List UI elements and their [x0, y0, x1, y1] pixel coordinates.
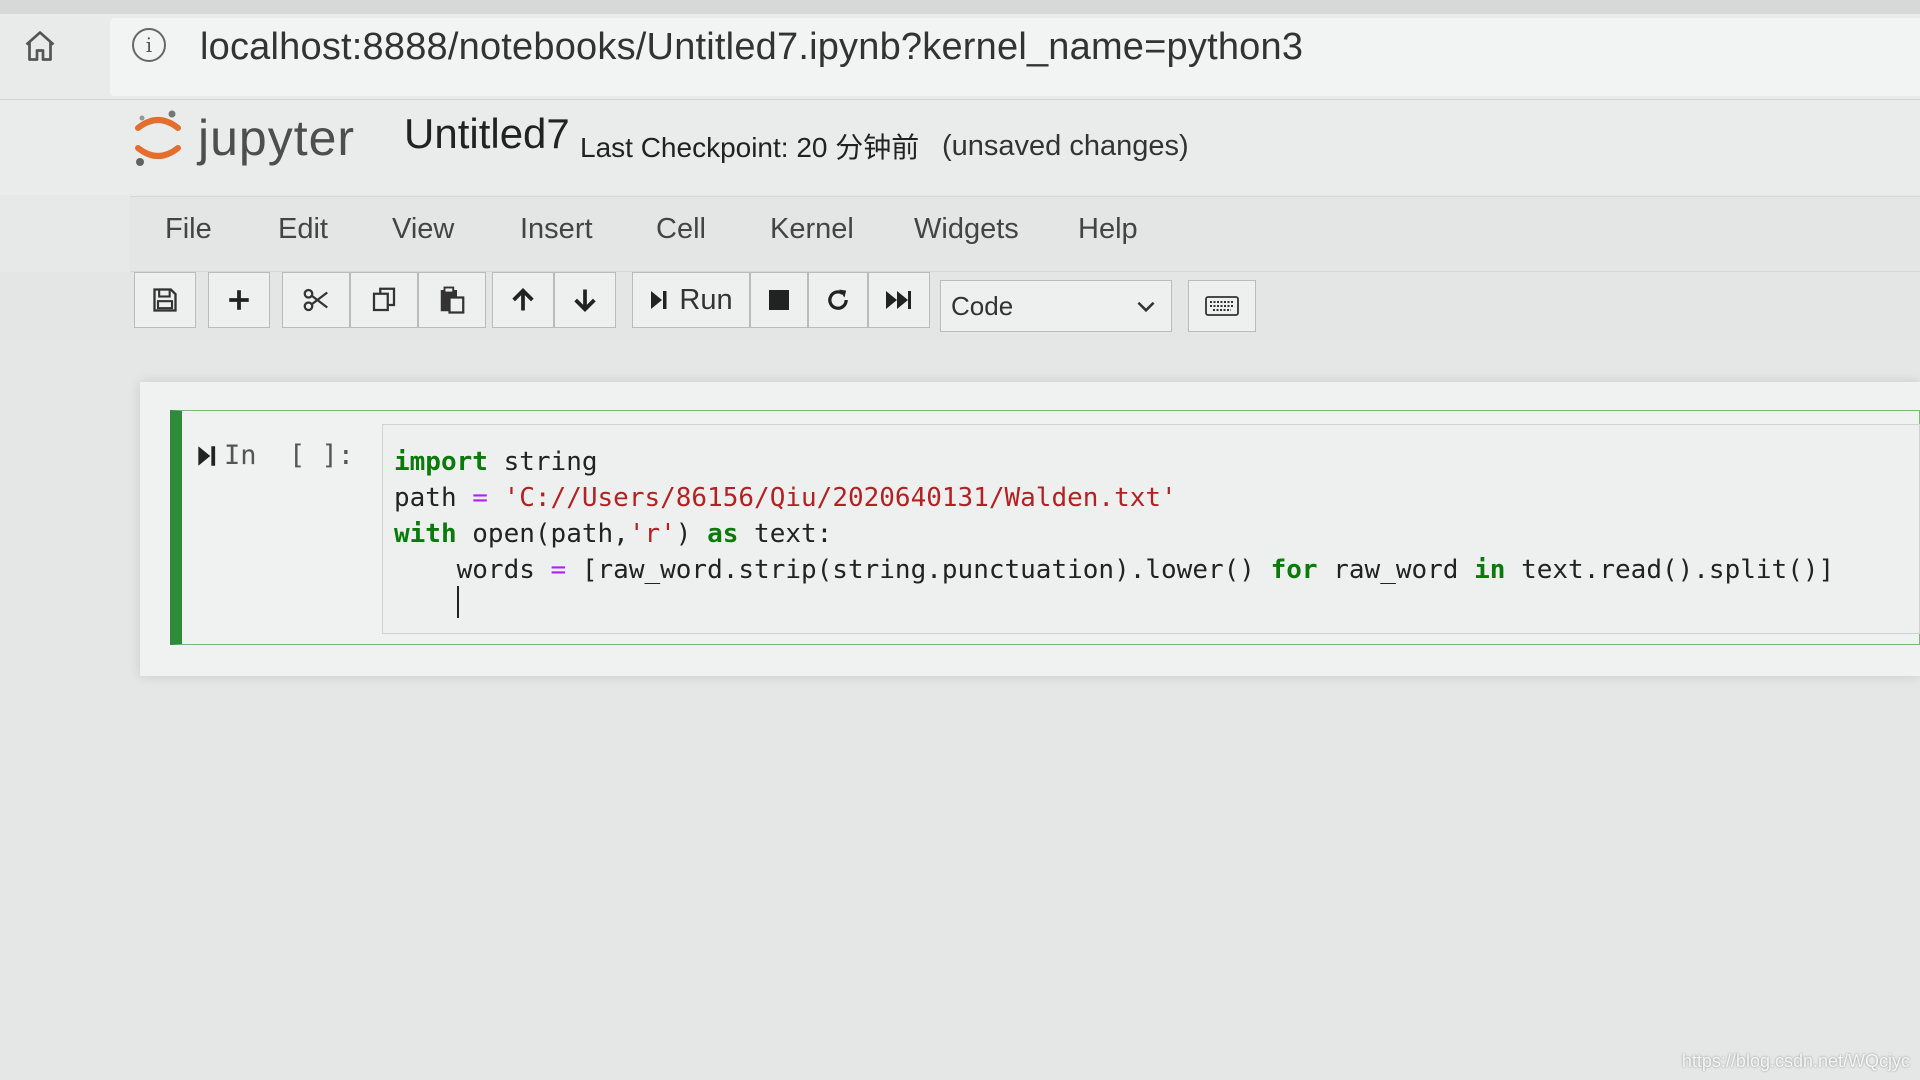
watermark: https://blog.csdn.net/WQcjyc	[1681, 1051, 1910, 1071]
chevron-down-icon	[1137, 301, 1155, 313]
code-string: 'C://Users/86156/Qiu/2020640131/Walden.t…	[503, 483, 1177, 513]
text-cursor	[457, 586, 459, 618]
arrow-up-icon	[512, 288, 534, 311]
menu-bar: File Edit View Insert Cell Kernel Widget…	[130, 196, 1920, 272]
interrupt-button[interactable]	[750, 272, 808, 328]
code-token: words	[394, 555, 551, 585]
jupyter-logo[interactable]: jupyter	[132, 106, 355, 170]
scissors-icon	[303, 288, 328, 312]
menu-kernel[interactable]: Kernel	[770, 213, 854, 246]
cell-type-value: Code	[951, 290, 1014, 321]
code-token: [raw_word.strip(string.punctuation).lowe…	[566, 555, 1271, 585]
code-token: string	[487, 447, 598, 477]
paste-button[interactable]	[418, 272, 486, 328]
command-palette-button[interactable]	[1188, 280, 1256, 332]
code-token: path	[394, 483, 473, 513]
code-editor[interactable]: import string path = 'C://Users/86156/Qi…	[394, 444, 1834, 588]
save-button[interactable]	[134, 272, 196, 328]
code-token: text:	[738, 519, 833, 549]
notebook-title[interactable]: Untitled7	[404, 110, 570, 158]
unsaved-indicator: (unsaved changes)	[942, 130, 1189, 162]
logo-text: jupyter	[198, 110, 356, 166]
run-icon	[651, 291, 667, 309]
save-icon	[153, 288, 177, 312]
move-up-button[interactable]	[492, 272, 554, 328]
code-token: raw_word	[1317, 555, 1475, 585]
code-token: import	[394, 447, 488, 477]
restart-icon	[828, 289, 848, 310]
menu-cell[interactable]: Cell	[656, 213, 706, 246]
fast-forward-icon	[886, 291, 911, 309]
menu-help[interactable]: Help	[1078, 213, 1138, 246]
copy-button[interactable]	[350, 272, 418, 328]
prompt-text: In [ ]:	[224, 440, 355, 471]
arrow-down-icon	[574, 289, 596, 312]
code-token: as	[707, 519, 739, 549]
code-token: with	[394, 519, 457, 549]
keyboard-icon	[1205, 296, 1239, 316]
run-button[interactable]: Run	[632, 272, 750, 328]
run-cell-icon[interactable]	[196, 443, 218, 469]
jupyter-logo-icon	[135, 110, 181, 166]
code-token: =	[472, 483, 488, 513]
code-token: for	[1270, 555, 1318, 585]
url-text[interactable]: localhost:8888/notebooks/Untitled7.ipynb…	[200, 26, 1303, 69]
site-info-icon[interactable]: i	[132, 28, 166, 62]
move-down-button[interactable]	[554, 272, 616, 328]
cut-button[interactable]	[282, 272, 350, 328]
menu-edit[interactable]: Edit	[278, 213, 328, 246]
copy-icon	[372, 287, 396, 312]
cell-type-select[interactable]: Code	[940, 280, 1172, 332]
run-label: Run	[679, 283, 733, 316]
browser-tab-strip	[0, 0, 1920, 14]
cell-prompt: In [ ]:	[196, 440, 354, 471]
code-string: 'r'	[628, 519, 676, 549]
restart-run-all-button[interactable]	[868, 272, 930, 328]
code-token: open(path,	[456, 519, 629, 549]
code-token: text.read().split()]	[1505, 555, 1835, 585]
menu-view[interactable]: View	[392, 213, 454, 246]
paste-icon	[440, 286, 465, 314]
home-icon	[25, 31, 55, 61]
stop-icon	[769, 290, 789, 310]
insert-cell-button[interactable]	[208, 272, 270, 328]
menu-insert[interactable]: Insert	[520, 213, 593, 246]
code-token: =	[550, 555, 567, 585]
menu-file[interactable]: File	[165, 213, 212, 246]
checkpoint-status: Last Checkpoint: 20 分钟前	[580, 132, 920, 163]
restart-kernel-button[interactable]	[808, 272, 868, 328]
code-token: in	[1474, 555, 1506, 585]
code-token: )	[675, 519, 708, 549]
home-button[interactable]	[18, 24, 62, 68]
plus-icon	[229, 290, 249, 310]
menu-widgets[interactable]: Widgets	[914, 213, 1019, 246]
